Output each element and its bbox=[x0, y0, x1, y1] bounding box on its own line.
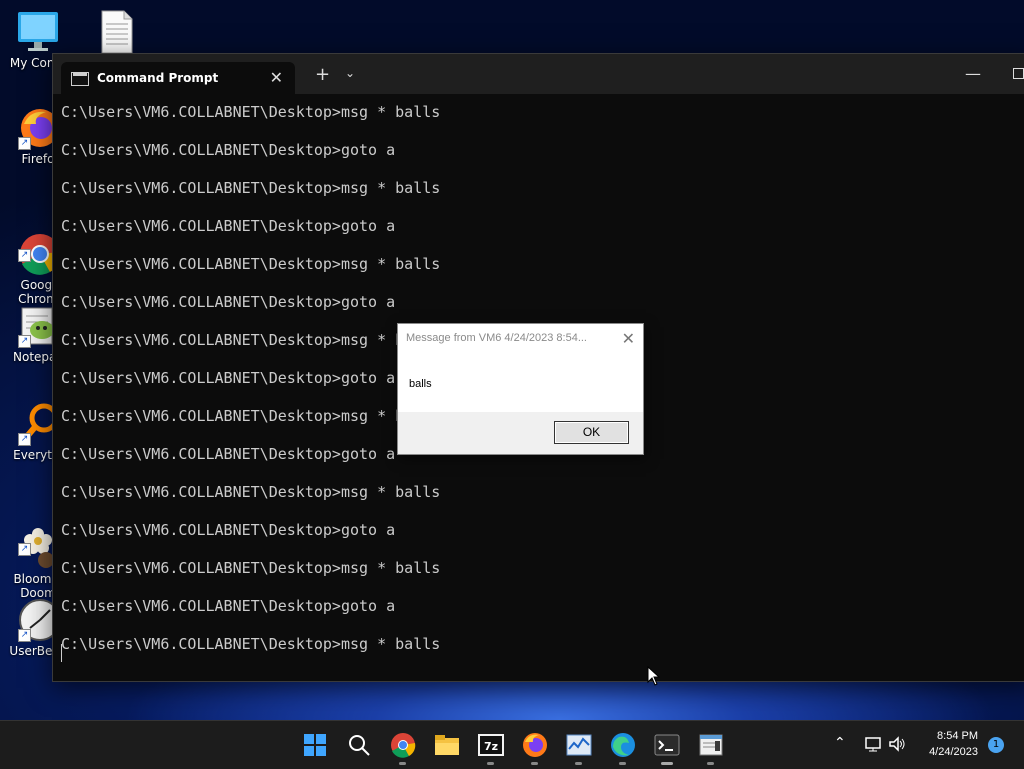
taskbar-file-explorer[interactable] bbox=[433, 731, 461, 759]
task-manager-icon bbox=[566, 734, 592, 756]
taskbar-task-manager[interactable] bbox=[565, 731, 593, 765]
network-icon[interactable] bbox=[864, 736, 882, 756]
taskbar-search-button[interactable] bbox=[345, 731, 373, 759]
console-line: C:\Users\VM6.COLLABNET\Desktop>msg * bal… bbox=[61, 179, 441, 197]
message-dialog[interactable]: Message from VM6 4/24/2023 8:54... ✕ bal… bbox=[397, 323, 644, 455]
cmd-icon bbox=[71, 72, 89, 86]
console-line: C:\Users\VM6.COLLABNET\Desktop>msg * bal… bbox=[61, 255, 441, 273]
taskbar-chrome[interactable] bbox=[389, 731, 417, 765]
running-indicator bbox=[531, 762, 538, 765]
shortcut-arrow-icon: ↗ bbox=[18, 629, 31, 642]
desktop-icon-text-file[interactable] bbox=[76, 10, 156, 56]
text-cursor bbox=[61, 644, 62, 662]
dialog-body: balls bbox=[398, 354, 643, 412]
terminal-icon bbox=[654, 734, 680, 756]
running-indicator bbox=[707, 762, 714, 765]
console-line: C:\Users\VM6.COLLABNET\Desktop>goto a bbox=[61, 597, 396, 615]
tab-close-icon[interactable]: ✕ bbox=[270, 68, 283, 87]
chevron-up-icon[interactable]: ⌃ bbox=[834, 735, 846, 751]
clock-date: 4/24/2023 bbox=[929, 746, 978, 758]
running-indicator bbox=[661, 762, 673, 765]
tab-title: Command Prompt bbox=[97, 71, 219, 85]
running-indicator bbox=[399, 762, 406, 765]
dialog-message: balls bbox=[409, 378, 432, 390]
text-file-icon bbox=[94, 10, 138, 54]
console-line: C:\Users\VM6.COLLABNET\Desktop>goto a bbox=[61, 141, 396, 159]
console-line: C:\Users\VM6.COLLABNET\Desktop>msg * bal… bbox=[61, 483, 441, 501]
new-tab-icon[interactable]: + bbox=[315, 66, 330, 84]
close-icon[interactable]: ✕ bbox=[622, 329, 635, 348]
console-line: C:\Users\VM6.COLLABNET\Desktop>msg * bal… bbox=[61, 635, 441, 653]
7zip-icon: 7z bbox=[478, 734, 504, 756]
volume-icon[interactable] bbox=[888, 736, 906, 756]
taskbar-notepad[interactable] bbox=[697, 731, 725, 765]
maximize-icon[interactable] bbox=[1013, 68, 1024, 79]
running-indicator bbox=[575, 762, 582, 765]
taskbar-edge[interactable] bbox=[609, 731, 637, 765]
start-button[interactable] bbox=[301, 731, 329, 759]
notepad-icon bbox=[699, 734, 723, 756]
console-line: C:\Users\VM6.COLLABNET\Desktop>goto a bbox=[61, 217, 396, 235]
console-line: C:\Users\VM6.COLLABNET\Desktop>goto a bbox=[61, 521, 396, 539]
taskbar-7zip[interactable]: 7z bbox=[477, 731, 505, 765]
chevron-down-icon[interactable]: ⌄ bbox=[345, 66, 355, 80]
shortcut-arrow-icon: ↗ bbox=[18, 137, 31, 150]
taskbar-firefox[interactable] bbox=[521, 731, 549, 765]
console-line: C:\Users\VM6.COLLABNET\Desktop>msg * bal… bbox=[61, 103, 441, 121]
shortcut-arrow-icon: ↗ bbox=[18, 335, 31, 348]
shortcut-arrow-icon: ↗ bbox=[18, 433, 31, 446]
7zip-label: 7z bbox=[484, 740, 498, 753]
firefox-icon bbox=[523, 733, 547, 757]
taskbar: 7z ⌃ 8:54 PM 4/24/2023 1 bbox=[0, 720, 1024, 769]
file-explorer-icon bbox=[435, 735, 459, 755]
clock-time: 8:54 PM bbox=[937, 730, 978, 742]
search-icon bbox=[349, 735, 370, 756]
notification-badge[interactable]: 1 bbox=[988, 737, 1004, 753]
running-indicator bbox=[487, 762, 494, 765]
edge-icon bbox=[611, 733, 635, 757]
tab-command-prompt[interactable]: Command Prompt ✕ bbox=[61, 62, 295, 94]
dialog-title: Message from VM6 4/24/2023 8:54... bbox=[406, 332, 587, 344]
chrome-icon bbox=[391, 733, 416, 758]
ok-button[interactable]: OK bbox=[554, 421, 629, 444]
console-line: C:\Users\VM6.COLLABNET\Desktop>msg * bal… bbox=[61, 559, 441, 577]
taskbar-terminal[interactable] bbox=[653, 731, 681, 765]
system-clock[interactable]: 8:54 PM 4/24/2023 bbox=[929, 728, 978, 760]
minimize-icon[interactable]: — bbox=[965, 64, 981, 83]
shortcut-arrow-icon: ↗ bbox=[18, 249, 31, 262]
start-icon bbox=[304, 734, 326, 756]
running-indicator bbox=[619, 762, 626, 765]
computer-icon bbox=[16, 10, 60, 54]
shortcut-arrow-icon: ↗ bbox=[18, 543, 31, 556]
mouse-pointer-icon bbox=[647, 666, 661, 686]
terminal-tab-bar[interactable]: Command Prompt ✕ + ⌄ — bbox=[53, 54, 1024, 94]
dialog-title-bar[interactable]: Message from VM6 4/24/2023 8:54... ✕ bbox=[398, 324, 643, 354]
